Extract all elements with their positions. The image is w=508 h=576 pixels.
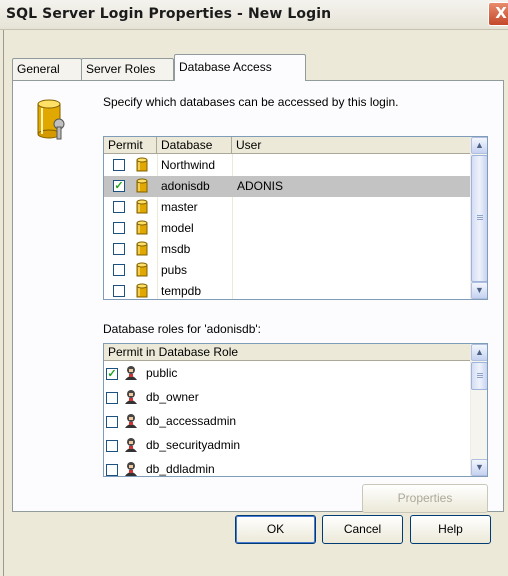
properties-button[interactable]: Properties [362, 484, 488, 513]
close-button[interactable]: X [488, 2, 508, 26]
database-name: model [161, 221, 194, 235]
permit-checkbox[interactable] [113, 159, 125, 171]
grip-line [477, 217, 483, 218]
role-name: db_owner [146, 390, 199, 404]
role-row[interactable]: db_securityadmin [104, 434, 471, 455]
role-icon [124, 461, 138, 476]
tab-database-access[interactable]: Database Access [174, 54, 306, 81]
role-checkbox[interactable] [106, 416, 118, 428]
column-header-user[interactable]: User [232, 137, 472, 154]
scroll-down-button[interactable]: ▼ [471, 459, 487, 476]
database-name: pubs [161, 263, 188, 277]
database-row[interactable]: ✓ adonisdb ADONIS [104, 176, 471, 197]
role-name: db_securityadmin [146, 438, 241, 452]
permit-checkbox[interactable]: ✓ [113, 180, 125, 192]
database-icon [135, 220, 149, 239]
column-header-database[interactable]: Database [157, 137, 232, 154]
database-name: Northwind [161, 158, 216, 172]
database-icon [135, 199, 149, 218]
role-name: db_ddladmin [146, 462, 215, 476]
grip-line [477, 373, 483, 374]
grip-line [477, 377, 483, 378]
database-user: ADONIS [237, 179, 284, 193]
database-name: master [161, 200, 198, 214]
role-icon [124, 389, 138, 408]
database-row[interactable]: msdb [104, 239, 471, 260]
ok-button[interactable]: OK [235, 515, 316, 544]
roles-label: Database roles for 'adonisdb': [103, 322, 262, 336]
role-checkbox[interactable] [106, 392, 118, 404]
database-name: msdb [161, 242, 191, 256]
tab-label: Database Access [179, 60, 272, 74]
grip-line [477, 375, 483, 376]
roles-scrollbar[interactable]: ▲ ▼ [470, 344, 487, 476]
tab-label: General [17, 62, 60, 76]
database-row[interactable]: Northwind [104, 155, 471, 176]
database-icon [135, 262, 149, 281]
database-icon [135, 157, 149, 176]
permit-checkbox[interactable] [113, 264, 125, 276]
permit-checkbox[interactable] [113, 285, 125, 297]
database-icon [135, 178, 149, 197]
scroll-up-button[interactable]: ▲ [471, 137, 487, 154]
role-checkbox[interactable] [106, 464, 118, 476]
cancel-button[interactable]: Cancel [322, 515, 403, 544]
tab-server-roles[interactable]: Server Roles [81, 58, 174, 80]
database-icon [135, 241, 149, 260]
database-row[interactable]: tempdb [104, 281, 471, 299]
role-name: db_accessadmin [146, 414, 237, 428]
database-key-icon [37, 99, 65, 140]
grip-line [477, 219, 483, 220]
database-row[interactable]: pubs [104, 260, 471, 281]
role-row[interactable]: db_owner [104, 386, 471, 407]
scroll-down-button[interactable]: ▼ [471, 282, 487, 299]
column-header-permit[interactable]: Permit [104, 137, 157, 154]
roles-list[interactable]: Permit in Database Role ✓ public db_ownerd… [103, 343, 488, 477]
role-icon [124, 413, 138, 432]
scroll-thumb[interactable] [471, 362, 487, 390]
database-name: tempdb [161, 284, 202, 298]
role-icon [124, 437, 138, 456]
database-row[interactable]: model [104, 218, 471, 239]
database-name: adonisdb [161, 179, 210, 193]
role-name: public [146, 366, 178, 380]
scroll-up-button[interactable]: ▲ [471, 344, 487, 361]
role-row[interactable]: db_accessadmin [104, 410, 471, 431]
databases-scrollbar[interactable]: ▲ ▼ [470, 137, 487, 299]
role-row[interactable]: db_ddladmin [104, 458, 471, 476]
permit-checkbox[interactable] [113, 201, 125, 213]
column-header-role[interactable]: Permit in Database Role [104, 344, 472, 361]
database-row[interactable]: master [104, 197, 471, 218]
scroll-thumb[interactable] [471, 155, 487, 282]
permit-checkbox[interactable] [113, 243, 125, 255]
role-row[interactable]: ✓ public [104, 362, 471, 383]
tab-label: Server Roles [86, 62, 156, 76]
help-button[interactable]: Help [410, 515, 491, 544]
databases-list[interactable]: Permit Database User Northwind ✓ adonisdb A… [103, 136, 488, 300]
window-title: SQL Server Login Properties - New Login [6, 6, 332, 22]
permit-checkbox[interactable] [113, 222, 125, 234]
role-icon [124, 365, 138, 384]
description-text: Specify which databases can be accessed … [103, 95, 399, 109]
role-checkbox[interactable] [106, 440, 118, 452]
database-icon [135, 283, 149, 299]
title-bar[interactable]: SQL Server Login Properties - New Login … [0, 0, 508, 30]
grip-line [477, 215, 483, 216]
tab-general[interactable]: General [12, 58, 82, 80]
role-checkbox[interactable]: ✓ [106, 368, 118, 380]
